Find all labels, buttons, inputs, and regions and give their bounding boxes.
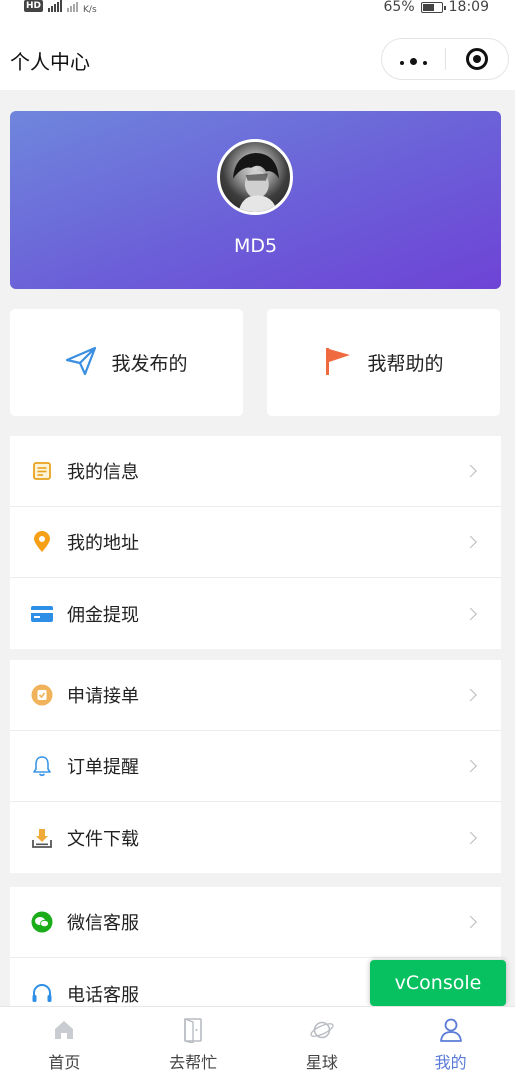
target-icon (465, 48, 488, 70)
menu-item-my-info[interactable]: 我的信息 (10, 436, 501, 507)
tab-bar: 首页 去帮忙 星球 我的 (0, 1006, 515, 1078)
menu-item-label: 申请接单 (67, 686, 139, 707)
chevron-right-icon (464, 464, 477, 478)
signal-icon (48, 0, 63, 12)
menu-item-withdraw[interactable]: 佣金提现 (10, 578, 501, 649)
menu-item-label: 我的信息 (67, 462, 139, 483)
close-miniprogram-button[interactable] (446, 39, 508, 79)
page-title: 个人中心 (10, 50, 90, 74)
more-button[interactable] (382, 39, 445, 79)
chevron-right-icon (464, 759, 477, 773)
menu-item-file-download[interactable]: 文件下载 (10, 802, 501, 873)
status-left: HD K/s (24, 0, 97, 15)
tab-label: 首页 (48, 1053, 81, 1072)
quick-action-label: 我帮助的 (367, 353, 444, 375)
status-right: 65% 18:09 (384, 0, 489, 14)
bell-icon (31, 755, 53, 777)
location-pin-icon (31, 531, 53, 553)
menu-item-label: 文件下载 (67, 828, 139, 850)
username: MD5 (233, 235, 278, 257)
menu-item-label: 电话客服 (67, 984, 139, 1006)
network-badge: HD (24, 0, 44, 12)
chevron-right-icon (464, 915, 477, 929)
apply-badge-icon (31, 684, 53, 706)
status-bar: HD K/s 65% 18:09 (0, 0, 515, 20)
tab-label: 我的 (434, 1053, 467, 1072)
menu-item-label: 我的地址 (67, 533, 139, 554)
my-published-button[interactable]: 我发布的 (10, 309, 243, 416)
nav-bar: 个人中心 (0, 20, 515, 90)
menu-group-orders: 申请接单 订单提醒 文件下载 (10, 660, 501, 873)
clock: 18:09 (448, 0, 489, 15)
tab-label: 去帮忙 (169, 1053, 218, 1072)
tab-help[interactable]: 去帮忙 (129, 1007, 258, 1078)
vconsole-button[interactable]: vConsole (370, 960, 506, 1006)
paper-plane-icon (65, 346, 97, 380)
flag-icon (323, 346, 353, 380)
info-card-icon (31, 460, 53, 482)
tab-home[interactable]: 首页 (0, 1007, 129, 1078)
door-icon (180, 1017, 206, 1043)
chevron-right-icon (464, 607, 477, 620)
menu-item-label: 微信客服 (67, 913, 139, 934)
miniprogram-capsule (381, 38, 509, 80)
user-icon (438, 1017, 464, 1043)
bank-card-icon (31, 603, 53, 625)
quick-action-label: 我发布的 (111, 353, 188, 375)
profile-card: MD5 (10, 111, 501, 289)
tab-mine[interactable]: 我的 (386, 1007, 515, 1078)
battery-percent: 65% (383, 0, 415, 15)
menu-item-apply-orders[interactable]: 申请接单 (10, 660, 501, 731)
network-speed: K/s (83, 5, 97, 15)
menu-item-my-address[interactable]: 我的地址 (10, 507, 501, 578)
tab-label: 星球 (305, 1053, 338, 1072)
chevron-right-icon (464, 688, 477, 702)
signal-2-icon (67, 0, 79, 12)
menu-group-account: 我的信息 我的地址 佣金提现 (10, 436, 501, 649)
more-dots-icon (397, 50, 430, 69)
wechat-icon (31, 911, 53, 933)
tab-planet[interactable]: 星球 (258, 1007, 387, 1078)
chevron-right-icon (464, 831, 477, 844)
download-icon (31, 827, 53, 849)
avatar[interactable] (217, 139, 293, 215)
menu-item-label: 订单提醒 (67, 757, 139, 778)
battery-icon (420, 1, 446, 13)
menu-item-label: 佣金提现 (67, 604, 139, 626)
menu-item-wechat-service[interactable]: 微信客服 (10, 887, 501, 958)
chevron-right-icon (464, 535, 477, 549)
menu-item-order-reminder[interactable]: 订单提醒 (10, 731, 501, 802)
avatar-image (232, 153, 279, 212)
my-helped-button[interactable]: 我帮助的 (267, 309, 500, 416)
headset-icon (31, 983, 53, 1005)
home-icon (51, 1017, 77, 1043)
planet-icon (309, 1017, 335, 1043)
